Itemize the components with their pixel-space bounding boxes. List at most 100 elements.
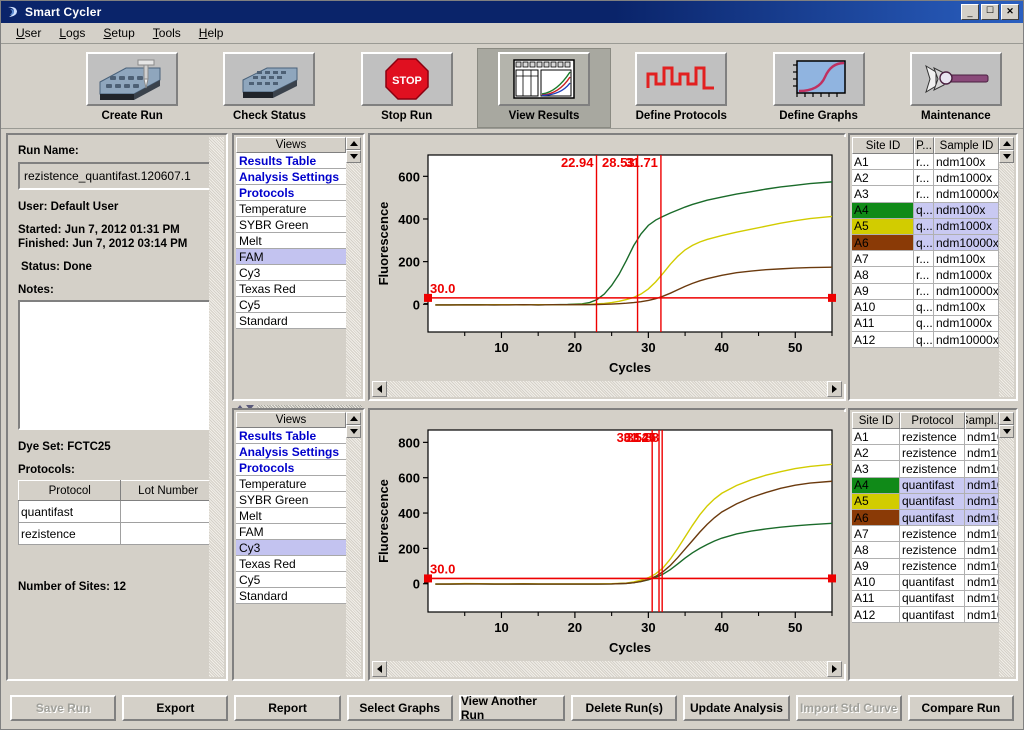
update-analysis-button[interactable]: Update Analysis: [683, 695, 790, 721]
table-row[interactable]: A9rezistencendm10...: [852, 558, 999, 575]
toolbar-button-stop-run[interactable]: STOP Stop Run: [339, 48, 474, 128]
minimize-button[interactable]: _: [961, 4, 979, 20]
scroll-left-icon[interactable]: [372, 381, 387, 397]
toolbar-button-create-run[interactable]: Create Run: [65, 48, 200, 128]
cy3-amplification-chart[interactable]: 0 200 400 600 800 10 20 30 40 50 Cycles Fluorescenc…: [372, 412, 846, 664]
scroll-track[interactable]: [346, 163, 361, 397]
toolbar-button-define-protocols[interactable]: Define Protocols: [614, 48, 749, 128]
table-row[interactable]: A5quantifastndm10...: [852, 493, 999, 510]
menu-help[interactable]: Help: [190, 24, 233, 42]
views-scrollbar-bottom[interactable]: [346, 412, 361, 677]
table-row[interactable]: A12 q... ndm10000x: [852, 332, 999, 349]
view-item-sybr-green[interactable]: SYBR Green: [236, 217, 346, 233]
toolbar-button-view-results[interactable]: View Results: [476, 48, 612, 128]
maximize-button[interactable]: ☐: [981, 4, 999, 20]
view-item-standard[interactable]: Standard: [236, 588, 346, 604]
table-row[interactable]: A5 q... ndm1000x: [852, 218, 999, 235]
view-item-temperature[interactable]: Temperature: [236, 476, 346, 492]
scroll-up-icon[interactable]: [999, 137, 1014, 150]
scroll-left-icon[interactable]: [372, 661, 387, 677]
table-row[interactable]: A2rezistencendm10...: [852, 445, 999, 462]
view-item-results-table[interactable]: Results Table: [236, 153, 346, 169]
view-item-fam[interactable]: FAM: [236, 249, 346, 265]
col-sample-id[interactable]: Sampl...: [965, 412, 999, 429]
table-row[interactable]: A1 r... ndm100x: [852, 154, 999, 171]
scroll-up-icon[interactable]: [346, 412, 361, 425]
table-row[interactable]: A6quantifastndm10...: [852, 509, 999, 527]
views-scrollbar-top[interactable]: [346, 137, 361, 397]
report-button[interactable]: Report: [234, 695, 341, 721]
view-item-analysis-settings[interactable]: Analysis Settings: [236, 444, 346, 460]
select-graphs-button[interactable]: Select Graphs: [346, 695, 453, 721]
col-protocol[interactable]: P...: [914, 137, 934, 154]
table-row[interactable]: rezistence: [17, 522, 216, 545]
toolbar-button-maintenance[interactable]: Maintenance: [888, 48, 1023, 128]
table-row[interactable]: A10quantifastndm10...: [852, 574, 999, 591]
chart-hscrollbar-top[interactable]: [372, 381, 842, 397]
table-row[interactable]: A1rezistencendm10...: [852, 429, 999, 446]
view-item-texas-red[interactable]: Texas Red: [236, 556, 346, 572]
scroll-track[interactable]: [999, 438, 1014, 677]
scroll-up-icon[interactable]: [999, 412, 1014, 425]
table-row[interactable]: quantifast: [17, 500, 216, 523]
table-row[interactable]: A3rezistencendm10...: [852, 461, 999, 478]
table-row[interactable]: A3 r... ndm10000x: [852, 186, 999, 203]
scroll-down-icon[interactable]: [999, 150, 1014, 163]
col-site-id[interactable]: Site ID: [852, 412, 900, 429]
scroll-track[interactable]: [387, 661, 827, 677]
table-row[interactable]: A9 r... ndm10000x: [852, 283, 999, 300]
table-row[interactable]: A4 q... ndm100x: [852, 202, 999, 219]
table-row[interactable]: A7rezistencendm10...: [852, 526, 999, 543]
table-row[interactable]: A7 r... ndm100x: [852, 251, 999, 268]
table-row[interactable]: A6 q... ndm10000x: [852, 234, 999, 252]
view-item-cy5[interactable]: Cy5: [236, 572, 346, 588]
scroll-down-icon[interactable]: [999, 425, 1014, 438]
menu-logs[interactable]: Logs: [50, 24, 94, 42]
site-table-scrollbar-top[interactable]: [999, 137, 1014, 397]
fam-amplification-chart[interactable]: 0 200 400 600 10 20 30 40 50 Cycles Fluorescence 30…: [372, 137, 846, 384]
compare-run-button[interactable]: Compare Run: [907, 695, 1014, 721]
view-item-melt[interactable]: Melt: [236, 508, 346, 524]
col-protocol[interactable]: Protocol: [900, 412, 965, 429]
site-table-scrollbar-bottom[interactable]: [999, 412, 1014, 677]
scroll-up-icon[interactable]: [346, 137, 361, 150]
table-row[interactable]: A11quantifastndm10...: [852, 590, 999, 608]
scroll-down-icon[interactable]: [346, 150, 361, 163]
menu-user[interactable]: User: [7, 24, 50, 42]
table-row[interactable]: A4quantifastndm10...: [852, 477, 999, 494]
view-item-protocols[interactable]: Protocols: [236, 460, 346, 476]
col-site-id[interactable]: Site ID: [852, 137, 914, 154]
scroll-track[interactable]: [999, 163, 1014, 397]
notes-textarea[interactable]: [18, 300, 216, 430]
view-item-standard[interactable]: Standard: [236, 313, 346, 329]
table-row[interactable]: A12quantifastndm10...: [852, 607, 999, 624]
view-item-results-table[interactable]: Results Table: [236, 428, 346, 444]
view-item-protocols[interactable]: Protocols: [236, 185, 346, 201]
delete-runs-button[interactable]: Delete Run(s): [571, 695, 678, 721]
table-row[interactable]: A8rezistencendm10...: [852, 542, 999, 559]
scroll-track[interactable]: [346, 438, 361, 677]
view-item-sybr-green[interactable]: SYBR Green: [236, 492, 346, 508]
toolbar-button-define-graphs[interactable]: Define Graphs: [751, 48, 886, 128]
view-item-texas-red[interactable]: Texas Red: [236, 281, 346, 297]
col-sample-id[interactable]: Sample ID: [934, 137, 999, 154]
menu-tools[interactable]: Tools: [144, 24, 190, 42]
run-info-scrollbar[interactable]: [209, 137, 224, 677]
scroll-down-icon[interactable]: [346, 425, 361, 438]
export-button[interactable]: Export: [122, 695, 229, 721]
import-std-curve-button[interactable]: Import Std Curve: [795, 695, 902, 721]
view-another-run-button[interactable]: View Another Run: [458, 694, 566, 722]
view-item-fam[interactable]: FAM: [236, 524, 346, 540]
view-item-cy5[interactable]: Cy5: [236, 297, 346, 313]
scroll-right-icon[interactable]: [827, 381, 842, 397]
menu-setup[interactable]: Setup: [94, 24, 143, 42]
view-item-analysis-settings[interactable]: Analysis Settings: [236, 169, 346, 185]
table-row[interactable]: A10 q... ndm100x: [852, 299, 999, 316]
table-row[interactable]: A8 r... ndm1000x: [852, 267, 999, 284]
toolbar-button-check-status[interactable]: Check Status: [202, 48, 337, 128]
table-row[interactable]: A2 r... ndm1000x: [852, 170, 999, 187]
table-row[interactable]: A11 q... ndm1000x: [852, 315, 999, 333]
view-item-cy3[interactable]: Cy3: [236, 540, 346, 556]
scroll-right-icon[interactable]: [827, 661, 842, 677]
save-run-button[interactable]: Save Run: [10, 695, 117, 721]
